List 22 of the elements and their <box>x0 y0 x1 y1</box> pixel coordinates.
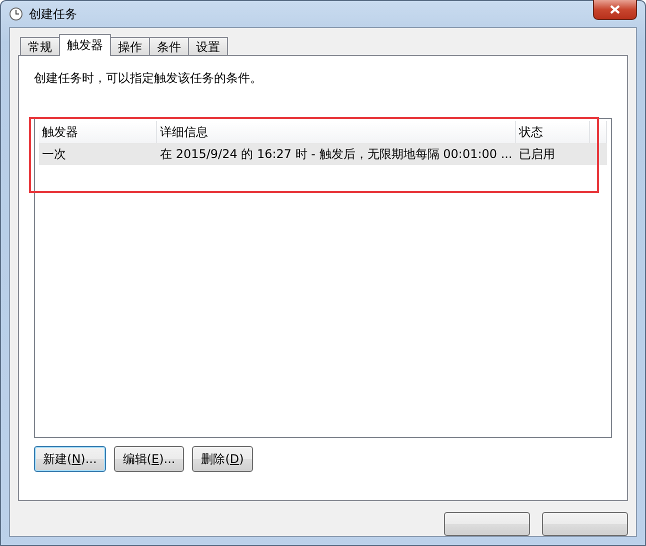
close-icon <box>610 4 620 14</box>
column-header[interactable]: 状态 <box>516 121 590 143</box>
window-title: 创建任务 <box>29 6 77 22</box>
column-header[interactable]: 详细信息 <box>157 121 516 143</box>
column-header[interactable]: 触发器 <box>39 121 157 143</box>
description-text: 创建任务时，可以指定触发该任务的条件。 <box>34 70 263 87</box>
tab[interactable]: 操作 <box>110 37 150 56</box>
clock-icon <box>9 7 23 21</box>
action-button[interactable]: 删除(D) <box>192 446 253 472</box>
action-button[interactable]: 新建(N)... <box>34 446 106 472</box>
table-cell-text: 在 2015/9/24 的 16:27 时 - 触发后，无限期地每隔 00:01:00 ... <box>159 146 514 162</box>
tab[interactable]: 设置 <box>188 37 228 56</box>
close-button[interactable] <box>593 0 637 20</box>
table-cell-text: 已启用 <box>518 146 556 162</box>
table-cell-text: 一次 <box>41 146 67 162</box>
tab[interactable]: 触发器 <box>59 34 111 56</box>
tab[interactable]: 条件 <box>149 37 189 56</box>
dialog-button[interactable] <box>542 512 628 536</box>
dialog-button[interactable] <box>444 512 530 536</box>
tab[interactable]: 常规 <box>20 37 60 56</box>
table-row[interactable]: 一次 在 2015/9/24 的 16:27 时 - 触发后，无限期地每隔 00:01:00 ... 已启用 <box>39 143 607 165</box>
action-button[interactable]: 编辑(E)... <box>114 446 184 472</box>
